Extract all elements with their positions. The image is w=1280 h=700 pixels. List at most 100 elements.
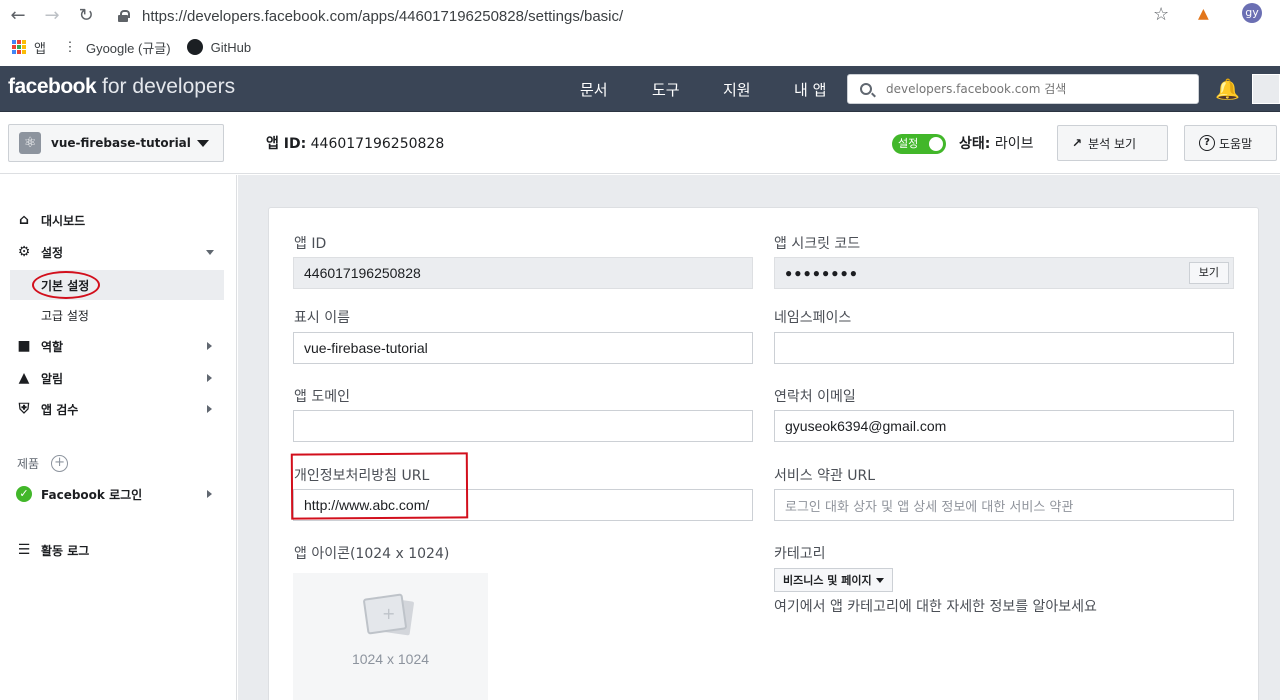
bookmark-apps[interactable]: 앱 (12, 38, 46, 57)
user-avatar[interactable] (1252, 74, 1280, 104)
search-icon (860, 83, 872, 95)
bookmark-github[interactable]: GitHub (186, 39, 252, 55)
show-secret-button[interactable]: 보기 (1188, 262, 1229, 284)
app-domain-field-label: 앱 도메인 (294, 389, 350, 405)
sidebar-item-label: 설정 (41, 245, 64, 260)
forward-arrow-icon[interactable]: → (42, 6, 62, 26)
sidebar-item-label: 알림 (41, 371, 64, 386)
sidebar-subitem-advanced[interactable]: 고급 설정 (10, 300, 224, 330)
category-help-link[interactable]: 여기에서 앱 카테고리에 대한 자세한 정보를 알아보세요 (774, 596, 1097, 616)
sidebar-item-app-review[interactable]: ⛨ 앱 검수 (0, 397, 237, 421)
products-label: 제품 (17, 457, 40, 471)
chevron-down-icon (206, 250, 214, 255)
check-circle-icon: ✓ (16, 486, 32, 502)
react-atom-icon: ⚛ (19, 132, 41, 154)
icon-size-text: 1024 x 1024 (351, 651, 430, 667)
trend-arrow-icon: ↗ (1072, 136, 1083, 150)
button-label: 도움말 (1219, 136, 1253, 151)
sidebar-item-label: 대시보드 (41, 213, 86, 228)
display-name-input[interactable]: vue-firebase-tutorial (293, 332, 753, 364)
app-secret-field-label: 앱 시크릿 코드 (774, 236, 861, 252)
app-header: ⚛ vue-firebase-tutorial 앱 ID: 4460171962… (0, 112, 1280, 174)
nav-docs[interactable]: 문서 (580, 79, 608, 100)
shield-icon: ⛨ (18, 401, 30, 417)
app-id-display: 앱 ID: 446017196250828 (266, 136, 445, 152)
browser-toolbar: ← → ↻ https://developers.facebook.com/ap… (0, 0, 1280, 32)
url-text: https://developers.facebook.com/apps/446… (142, 7, 624, 25)
sidebar-item-roles[interactable]: ■ 역할 (0, 334, 237, 358)
sidebar-item-label: 역할 (41, 339, 64, 354)
gear-icon: ⚙ (17, 244, 31, 260)
roles-icon: ■ (17, 338, 31, 354)
lock-icon (118, 10, 130, 22)
products-section-header: 제품 + (17, 455, 69, 472)
app-id-field-label: 앱 ID (294, 236, 327, 252)
live-mode-toggle[interactable]: 설정 (892, 134, 946, 154)
category-dropdown[interactable]: 비즈니스 및 페이지 (774, 568, 893, 592)
contact-email-input[interactable]: gyuseok6394@gmail.com (774, 410, 1234, 442)
nav-support[interactable]: 지원 (723, 79, 751, 100)
category-value: 비즈니스 및 페이지 (783, 574, 872, 587)
button-label: 분석 보기 (1088, 136, 1137, 151)
display-name-field-label: 표시 이름 (294, 310, 350, 326)
app-icon-upload[interactable]: + 1024 x 1024 (293, 573, 488, 700)
tos-url-input[interactable]: 로그인 대화 상자 및 앱 상세 정보에 대한 서비스 약관 (774, 489, 1234, 521)
nav-my-apps[interactable]: 내 앱 (794, 79, 826, 100)
chevron-right-icon (207, 490, 212, 498)
privacy-url-input[interactable]: http://www.abc.com/ (293, 489, 753, 521)
image-placeholder-icon: + (363, 593, 414, 636)
search-input[interactable] (886, 82, 1186, 96)
app-name: vue-firebase-tutorial (51, 136, 191, 150)
sidebar-item-activity-log[interactable]: ☰ 활동 로그 (0, 538, 237, 562)
bell-icon: ▲ (18, 370, 30, 386)
secret-dots: ●●●●●●●● (785, 266, 859, 280)
chevron-right-icon (207, 342, 212, 350)
add-product-icon[interactable]: + (51, 455, 69, 472)
contact-email-field-label: 연락처 이메일 (774, 389, 856, 405)
github-icon (186, 39, 203, 55)
sidebar-item-settings[interactable]: ⚙ 설정 (0, 240, 237, 264)
tos-url-field-label: 서비스 약관 URL (774, 468, 876, 484)
bookmark-label: Gyoogle (규글) (85, 40, 171, 56)
bookmark-star-icon[interactable]: ☆ (1153, 4, 1169, 25)
nav-tools[interactable]: 도구 (652, 79, 680, 100)
bookmark-label: GitHub (210, 39, 252, 55)
bookmark-gyoogle[interactable]: ⋮ Gyoogle (규글) (62, 38, 171, 57)
list-icon: ☰ (17, 542, 31, 558)
help-icon: ? (1199, 135, 1215, 151)
sidebar: ⌂ 대시보드 ⚙ 설정 기본 설정 고급 설정 ■ 역할 ▲ 알림 ⛨ 앱 검수… (0, 175, 237, 700)
app-domain-input[interactable] (293, 410, 753, 442)
namespace-field-label: 네임스페이스 (774, 310, 852, 326)
profile-avatar[interactable]: gy (1242, 3, 1262, 23)
search-box[interactable] (847, 74, 1199, 104)
caret-down-icon (197, 140, 209, 147)
app-selector-dropdown[interactable]: ⚛ vue-firebase-tutorial (8, 124, 224, 162)
chevron-right-icon (207, 405, 212, 413)
view-analytics-button[interactable]: ↗ 분석 보기 (1057, 125, 1168, 161)
sidebar-item-dashboard[interactable]: ⌂ 대시보드 (0, 208, 237, 232)
app-id-field: 446017196250828 (293, 257, 753, 289)
caret-down-icon (875, 577, 884, 583)
sidebar-subitem-basic[interactable]: 기본 설정 (10, 270, 224, 300)
app-icon-field-label: 앱 아이콘(1024 x 1024) (294, 546, 450, 562)
bookmarks-bar: 앱 ⋮ Gyoogle (규글) GitHub (0, 32, 1280, 62)
back-arrow-icon[interactable]: ← (8, 6, 28, 26)
help-button[interactable]: ? 도움말 (1184, 125, 1277, 161)
gyoogle-dots-icon: ⋮ (63, 39, 77, 54)
reload-icon[interactable]: ↻ (76, 6, 96, 26)
fb-topbar: facebook for developers 문서 도구 지원 내 앱 🔔 (0, 66, 1280, 112)
address-bar[interactable]: https://developers.facebook.com/apps/446… (118, 4, 1178, 28)
category-field-label: 카테고리 (774, 546, 826, 562)
svg-text:+: + (382, 604, 395, 623)
sidebar-item-label: 앱 검수 (41, 402, 79, 417)
home-icon: ⌂ (18, 212, 30, 228)
fb-developers-logo[interactable]: facebook for developers (8, 75, 235, 99)
sidebar-item-label: Facebook 로그인 (41, 487, 143, 502)
bell-icon[interactable]: 🔔 (1215, 77, 1240, 101)
namespace-input[interactable] (774, 332, 1234, 364)
bookmark-label: 앱 (34, 40, 46, 56)
sidebar-item-alerts[interactable]: ▲ 알림 (0, 366, 237, 390)
sidebar-item-facebook-login[interactable]: ✓ Facebook 로그인 (0, 482, 237, 506)
app-secret-field: ●●●●●●●● 보기 (774, 257, 1234, 289)
metamask-fox-icon[interactable]: ▲ (1198, 6, 1209, 22)
